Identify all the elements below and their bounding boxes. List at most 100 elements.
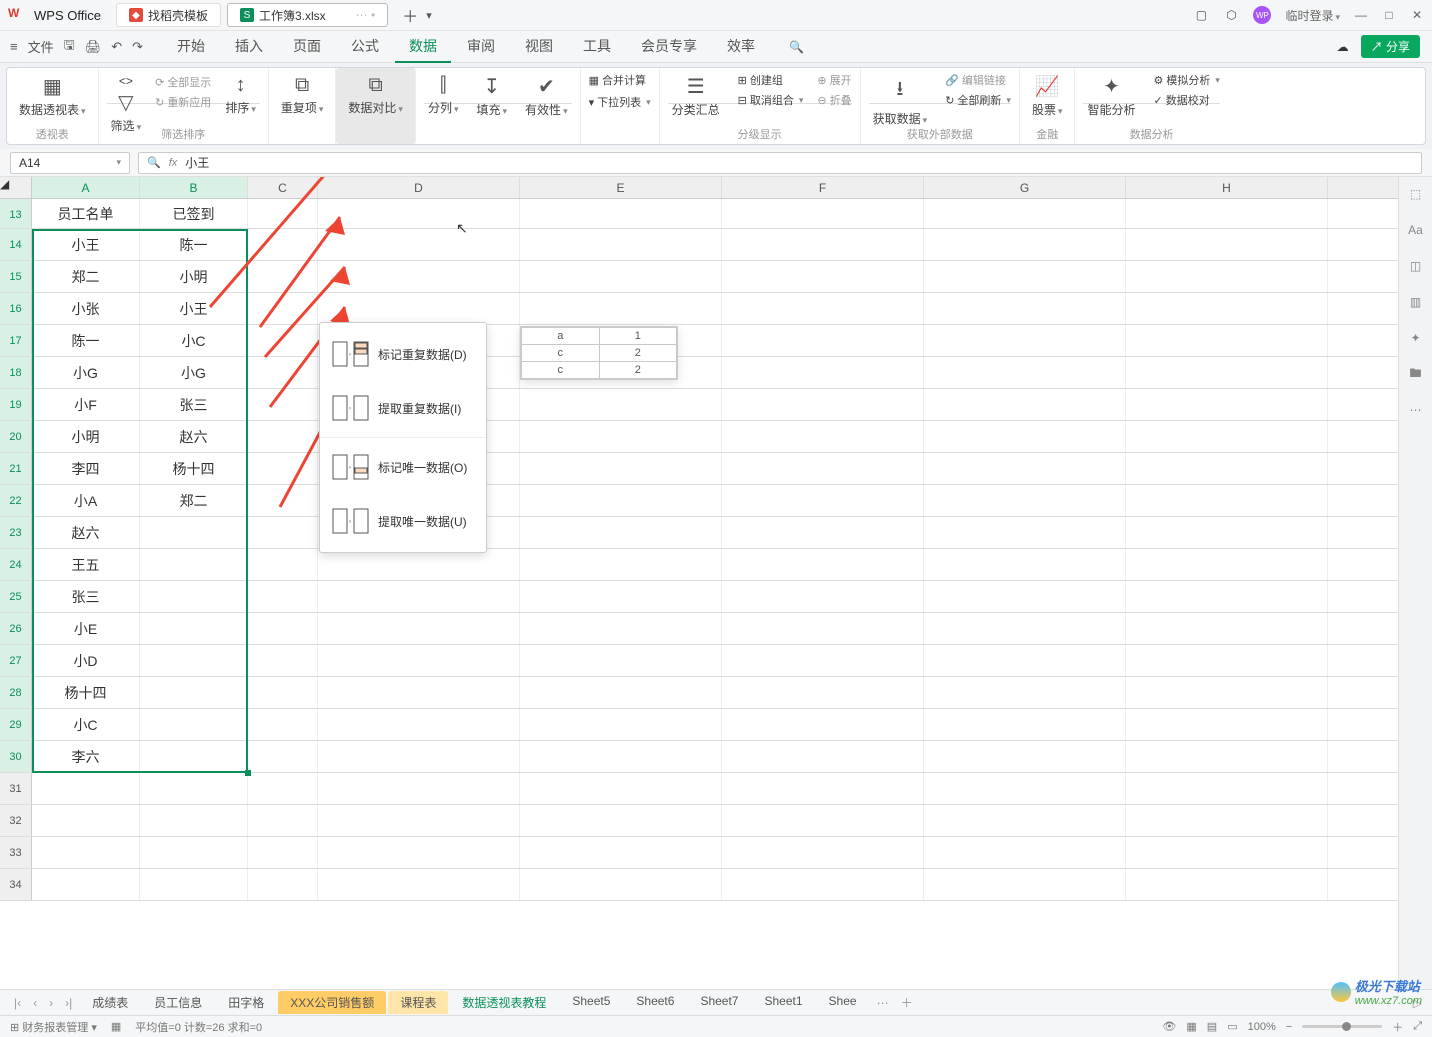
cell[interactable] bbox=[140, 805, 248, 836]
cell[interactable] bbox=[722, 805, 924, 836]
cell[interactable]: 张三 bbox=[140, 389, 248, 420]
cell[interactable] bbox=[722, 677, 924, 708]
print-icon[interactable]: 🖨 bbox=[85, 39, 102, 55]
select-tool-icon[interactable]: ⬚ bbox=[1407, 185, 1425, 203]
cell[interactable] bbox=[722, 517, 924, 548]
row-header[interactable]: 27 bbox=[0, 645, 32, 676]
cell[interactable] bbox=[520, 741, 722, 772]
cell[interactable]: 小D bbox=[32, 645, 140, 676]
duplicates-button[interactable]: ⧉重复项 bbox=[277, 72, 328, 118]
sheet-tab[interactable]: 课程表 bbox=[388, 991, 448, 1014]
sheet-tab[interactable]: 数据透视表教程 bbox=[450, 991, 558, 1014]
sheet-tab[interactable]: XXX公司销售额 bbox=[278, 991, 386, 1014]
ungroup-button[interactable]: ⊟ 取消组合 bbox=[738, 92, 804, 108]
cell[interactable] bbox=[1126, 581, 1328, 612]
col-header[interactable]: G bbox=[924, 177, 1126, 198]
sheet-tab[interactable]: Sheet6 bbox=[624, 991, 686, 1014]
cell[interactable] bbox=[1126, 773, 1328, 804]
cell[interactable] bbox=[140, 741, 248, 772]
cell[interactable] bbox=[924, 421, 1126, 452]
what-if-button[interactable]: ⚙ 模拟分析 bbox=[1154, 72, 1220, 88]
cell[interactable] bbox=[32, 805, 140, 836]
menu-file[interactable]: 文件 bbox=[28, 37, 54, 56]
sheet-tab[interactable]: Shee bbox=[817, 991, 869, 1014]
mark-duplicate-item[interactable]: › 标记重复数据(D) bbox=[320, 327, 486, 381]
add-sheet-button[interactable]: ＋ bbox=[897, 994, 917, 1011]
cell[interactable] bbox=[1126, 389, 1328, 420]
data-proof-button[interactable]: ✓ 数据校对 bbox=[1154, 92, 1220, 108]
ribbon-tab[interactable]: 公式 bbox=[337, 31, 393, 63]
cell[interactable] bbox=[140, 645, 248, 676]
row-header[interactable]: 26 bbox=[0, 613, 32, 644]
cell[interactable] bbox=[32, 837, 140, 868]
prev-sheet-button[interactable]: ‹ bbox=[29, 996, 41, 1010]
cell[interactable] bbox=[722, 645, 924, 676]
col-header[interactable]: F bbox=[722, 177, 924, 198]
cell[interactable] bbox=[318, 741, 520, 772]
fill-handle[interactable] bbox=[245, 770, 251, 776]
search-icon[interactable]: 🔍 bbox=[147, 156, 161, 169]
cell[interactable] bbox=[248, 837, 318, 868]
ribbon-tab[interactable]: 工具 bbox=[569, 31, 625, 63]
cell[interactable] bbox=[318, 869, 520, 900]
cell[interactable] bbox=[520, 229, 722, 260]
cell[interactable] bbox=[520, 869, 722, 900]
cell[interactable] bbox=[1126, 421, 1328, 452]
view-page-icon[interactable]: ▤ bbox=[1207, 1020, 1217, 1033]
row-header[interactable]: 18 bbox=[0, 357, 32, 388]
cell[interactable] bbox=[924, 453, 1126, 484]
cell[interactable] bbox=[248, 741, 318, 772]
cell[interactable] bbox=[722, 325, 924, 356]
cell[interactable] bbox=[1126, 261, 1328, 292]
cell[interactable]: 小明 bbox=[32, 421, 140, 452]
cell[interactable] bbox=[318, 677, 520, 708]
cell[interactable] bbox=[318, 613, 520, 644]
text-to-columns-button[interactable]: ⫿分列 bbox=[424, 72, 463, 118]
cell[interactable] bbox=[520, 517, 722, 548]
row-header[interactable]: 28 bbox=[0, 677, 32, 708]
cell[interactable] bbox=[248, 613, 318, 644]
cell[interactable] bbox=[520, 421, 722, 452]
row-header[interactable]: 19 bbox=[0, 389, 32, 420]
row-header[interactable]: 31 bbox=[0, 773, 32, 804]
row-header[interactable]: 21 bbox=[0, 453, 32, 484]
cell[interactable] bbox=[924, 837, 1126, 868]
cell[interactable] bbox=[924, 741, 1126, 772]
sheet-tab[interactable]: 员工信息 bbox=[142, 991, 214, 1014]
fullscreen-icon[interactable]: ⤢ bbox=[1413, 1020, 1422, 1033]
group-create-button[interactable]: ⊞ 创建组 bbox=[738, 72, 804, 88]
cell[interactable] bbox=[722, 453, 924, 484]
cell[interactable]: 小G bbox=[32, 357, 140, 388]
cell[interactable] bbox=[520, 389, 722, 420]
attachment-icon[interactable]: 🖿 bbox=[1407, 365, 1425, 383]
save-icon[interactable]: 🖫 bbox=[64, 36, 75, 58]
cell[interactable] bbox=[924, 613, 1126, 644]
cell[interactable]: 小张 bbox=[32, 293, 140, 324]
ribbon-tab[interactable]: 数据 bbox=[395, 31, 451, 63]
cell[interactable]: 杨十四 bbox=[32, 677, 140, 708]
cell[interactable] bbox=[520, 773, 722, 804]
cell[interactable] bbox=[318, 581, 520, 612]
cell[interactable] bbox=[520, 453, 722, 484]
cell[interactable]: 员工名单 bbox=[32, 199, 140, 228]
cell[interactable] bbox=[32, 773, 140, 804]
spreadsheet-area[interactable]: ◢ A B C D E F G H 13员工名单已签到14小王陈一15郑二小明1… bbox=[0, 177, 1398, 989]
cell[interactable] bbox=[520, 805, 722, 836]
cell[interactable] bbox=[1126, 677, 1328, 708]
sheets-menu-button[interactable]: ⋯ bbox=[873, 996, 893, 1010]
cell[interactable] bbox=[1126, 517, 1328, 548]
cell[interactable] bbox=[248, 645, 318, 676]
col-header[interactable]: E bbox=[520, 177, 722, 198]
grid-toggle-icon[interactable]: ▦ bbox=[111, 1020, 121, 1033]
tab-template[interactable]: ◆ 找稻壳模板 bbox=[116, 3, 221, 27]
row-header[interactable]: 23 bbox=[0, 517, 32, 548]
cell[interactable] bbox=[1126, 869, 1328, 900]
consolidate-button[interactable]: ▦ 合并计算 bbox=[589, 72, 651, 88]
cell[interactable]: 小F bbox=[32, 389, 140, 420]
cell[interactable] bbox=[924, 517, 1126, 548]
cell[interactable]: 李四 bbox=[32, 453, 140, 484]
cell[interactable]: 小E bbox=[32, 613, 140, 644]
cell[interactable] bbox=[248, 709, 318, 740]
col-header[interactable]: H bbox=[1126, 177, 1328, 198]
avatar[interactable]: WP bbox=[1253, 6, 1271, 24]
